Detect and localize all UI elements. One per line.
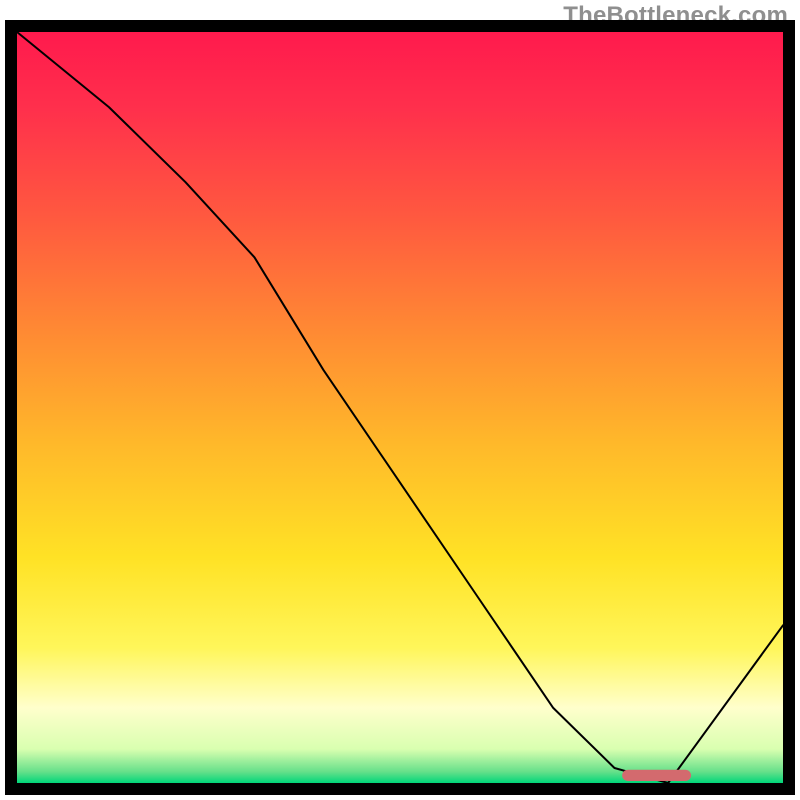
- plot-svg: [0, 0, 800, 800]
- highlight-marker: [622, 770, 691, 781]
- plot-background: [17, 32, 783, 783]
- chart-frame: TheBottleneck.com: [0, 0, 800, 800]
